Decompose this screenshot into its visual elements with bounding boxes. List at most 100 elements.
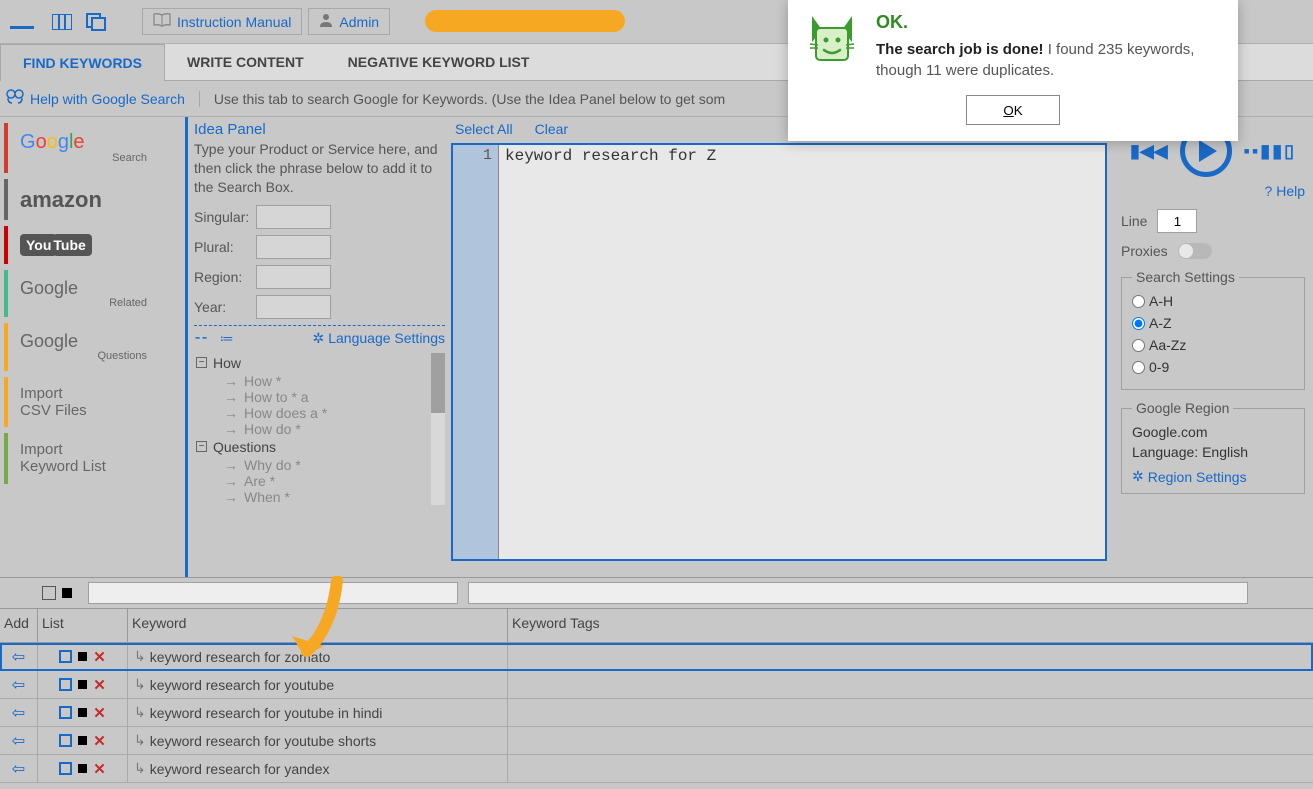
row-dot-icon[interactable] <box>78 708 87 717</box>
collapse-icon[interactable]: − <box>196 441 207 452</box>
singular-input[interactable] <box>256 205 331 229</box>
notification-title: OK. <box>876 12 1222 33</box>
results-body: ⇦✕↳ keyword research for zomato⇦✕↳ keywo… <box>0 643 1313 783</box>
tree-item[interactable]: →When * <box>194 489 445 505</box>
tab-negative-keywords[interactable]: NEGATIVE KEYWORD LIST <box>326 44 552 80</box>
select-all-link[interactable]: Select All <box>455 121 513 137</box>
idea-panel-title: Idea Panel <box>194 121 445 138</box>
collapse-icon[interactable]: − <box>196 357 207 368</box>
row-dot-icon[interactable] <box>78 736 87 745</box>
sidebar-import-keyword-list[interactable]: Import Keyword List <box>4 433 185 484</box>
clear-link[interactable]: Clear <box>535 121 568 137</box>
line-input[interactable] <box>1157 209 1197 233</box>
year-input[interactable] <box>256 295 331 319</box>
col-header-add[interactable]: Add <box>0 609 38 642</box>
layout-columns-icon[interactable] <box>48 8 76 36</box>
radio-09[interactable]: 0-9 <box>1132 359 1212 375</box>
tab-find-keywords[interactable]: FIND KEYWORDS <box>0 44 165 81</box>
google-related-label: Related <box>20 297 177 310</box>
row-dot-icon[interactable] <box>78 652 87 661</box>
sidebar-import-csv[interactable]: Import CSV Files <box>4 377 185 428</box>
row-checkbox[interactable] <box>59 706 72 719</box>
tree-questions[interactable]: −Questions <box>194 437 445 457</box>
filter-tags-input[interactable] <box>468 582 1248 604</box>
add-arrow-icon[interactable]: ⇦ <box>0 727 38 754</box>
editor-content[interactable]: keyword research for Z <box>499 145 1105 559</box>
admin-button[interactable]: Admin <box>308 8 390 35</box>
indent-arrow-icon: ↳ <box>134 760 146 777</box>
sidebar-google-questions[interactable]: Google Questions <box>4 323 185 370</box>
tree-scrollbar[interactable] <box>431 353 445 505</box>
tree-item[interactable]: →How does a * <box>194 405 445 421</box>
tab-write-content[interactable]: WRITE CONTENT <box>165 44 326 80</box>
tree-item[interactable]: →How do * <box>194 421 445 437</box>
row-dot-icon[interactable] <box>78 680 87 689</box>
col-header-list[interactable]: List <box>38 609 128 642</box>
filter-checkbox[interactable] <box>42 586 56 600</box>
arrow-icon: → <box>224 489 238 505</box>
tree-how[interactable]: −How <box>194 353 445 373</box>
row-delete-icon[interactable]: ✕ <box>93 732 106 750</box>
radio-ah[interactable]: A-H <box>1132 293 1212 309</box>
instruction-manual-button[interactable]: Instruction Manual <box>142 8 302 35</box>
row-checkbox[interactable] <box>59 734 72 747</box>
minimize-icon[interactable] <box>10 25 34 29</box>
gear-icon: ✲ <box>313 330 325 347</box>
list-view-icon[interactable]: ⁃⁃ ≔ <box>194 330 234 347</box>
bars-icon[interactable]: ▪▪▮▮▯ <box>1244 141 1296 162</box>
user-icon <box>319 13 333 30</box>
row-checkbox[interactable] <box>59 678 72 691</box>
seek-back-icon[interactable]: ▮◀◀ <box>1130 141 1168 162</box>
add-arrow-icon[interactable]: ⇦ <box>0 755 38 782</box>
tree-item[interactable]: →How to * a <box>194 389 445 405</box>
result-row[interactable]: ⇦✕↳ keyword research for youtube <box>0 671 1313 699</box>
tree-item[interactable]: →Are * <box>194 473 445 489</box>
line-number: 1 <box>483 147 492 164</box>
result-row[interactable]: ⇦✕↳ keyword research for youtube shorts <box>0 727 1313 755</box>
row-delete-icon[interactable]: ✕ <box>93 676 106 694</box>
arrow-icon: → <box>224 421 238 437</box>
add-arrow-icon[interactable]: ⇦ <box>0 699 38 726</box>
help-link[interactable]: Help with Google Search <box>6 89 185 108</box>
filter-keyword-input[interactable] <box>88 582 458 604</box>
col-header-tags[interactable]: Keyword Tags <box>508 609 1313 642</box>
duplicate-icon[interactable] <box>82 8 110 36</box>
plural-input[interactable] <box>256 235 331 259</box>
row-delete-icon[interactable]: ✕ <box>93 648 106 666</box>
language-settings-link[interactable]: ✲Language Settings <box>313 330 446 347</box>
result-row[interactable]: ⇦✕↳ keyword research for youtube in hind… <box>0 699 1313 727</box>
row-delete-icon[interactable]: ✕ <box>93 760 106 778</box>
region-label: Region: <box>194 269 256 285</box>
tree-item[interactable]: →Why do * <box>194 457 445 473</box>
tree-item[interactable]: →How * <box>194 373 445 389</box>
filter-black-square[interactable] <box>62 588 72 598</box>
add-arrow-icon[interactable]: ⇦ <box>0 643 38 670</box>
radio-az[interactable]: A-Z <box>1132 315 1212 331</box>
proxies-toggle[interactable] <box>1178 243 1212 259</box>
radio-aazz[interactable]: Aa-Zz <box>1132 337 1212 353</box>
region-settings-link[interactable]: ✲Region Settings <box>1132 468 1294 485</box>
sidebar-google-related[interactable]: Google Related <box>4 270 185 317</box>
add-arrow-icon[interactable]: ⇦ <box>0 671 38 698</box>
region-domain: Google.com <box>1132 424 1294 440</box>
result-row[interactable]: ⇦✕↳ keyword research for zomato <box>0 643 1313 671</box>
ok-button[interactable]: OK <box>966 95 1060 125</box>
list-cell: ✕ <box>38 671 128 698</box>
row-delete-icon[interactable]: ✕ <box>93 704 106 722</box>
search-editor[interactable]: 1 keyword research for Z <box>451 143 1107 561</box>
keyword-cell: ↳ keyword research for yandex <box>128 755 508 782</box>
row-checkbox[interactable] <box>59 762 72 775</box>
sidebar-youtube[interactable]: YouTube <box>4 226 185 264</box>
row-dot-icon[interactable] <box>78 764 87 773</box>
youtube-logo-2: Tube <box>53 234 91 256</box>
book-icon <box>153 13 171 30</box>
sidebar-google-search[interactable]: Google Search <box>4 123 185 173</box>
region-input[interactable] <box>256 265 331 289</box>
keyword-text: keyword research for youtube shorts <box>150 733 376 749</box>
sidebar-amazon[interactable]: amazon <box>4 179 185 220</box>
right-panel: ▮◀◀ ▪▪▮▮▯ ? Help Line Proxies Search Set… <box>1113 117 1313 577</box>
row-checkbox[interactable] <box>59 650 72 663</box>
annotation-highlight <box>425 10 625 32</box>
help-link-right[interactable]: ? Help <box>1265 183 1305 199</box>
result-row[interactable]: ⇦ ✕ ↳ keyword research for yandex <box>0 755 1313 783</box>
